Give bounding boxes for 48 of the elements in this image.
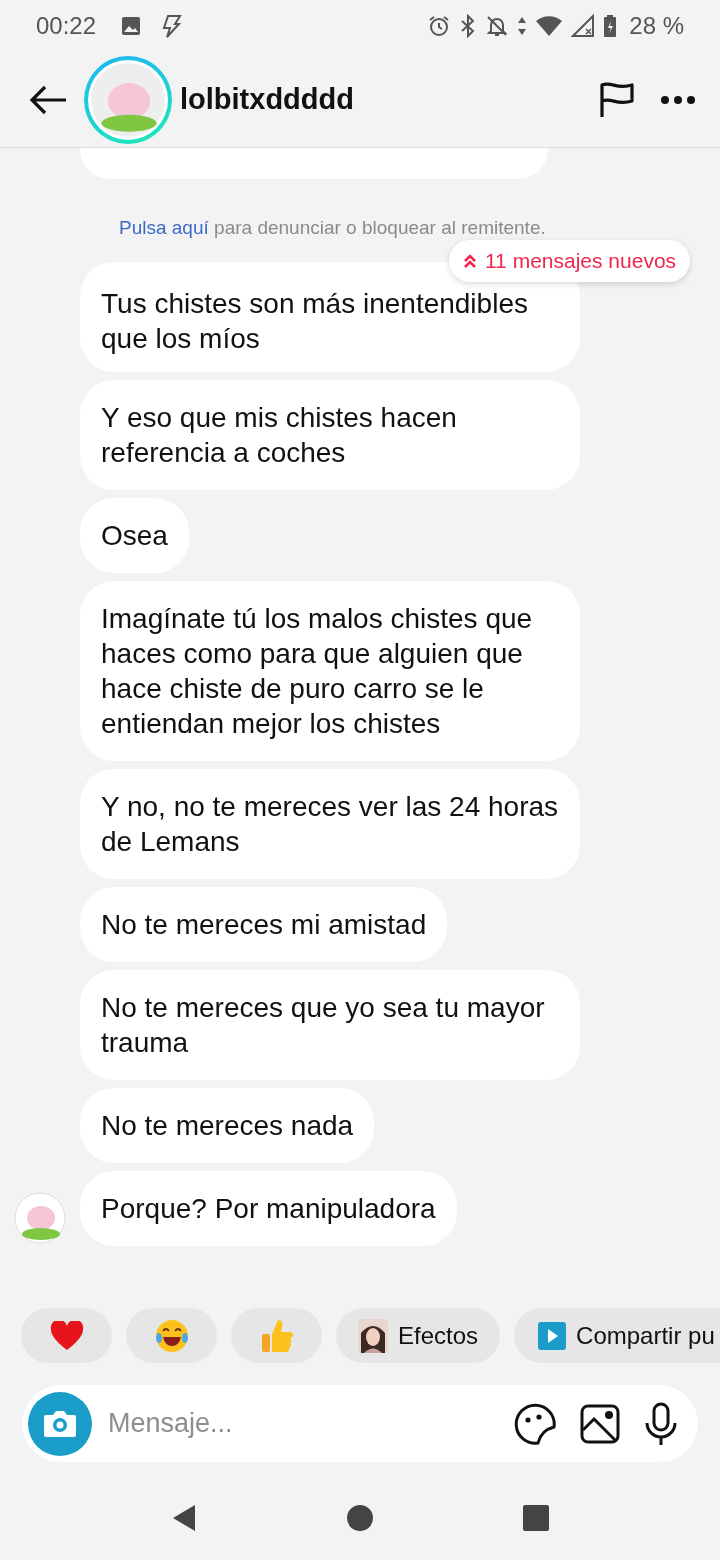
heart-icon <box>49 1320 84 1351</box>
message-bubble: Porque? Por manipuladora <box>80 1171 457 1246</box>
share-button[interactable]: Compartir pu <box>514 1308 720 1363</box>
home-nav-button[interactable] <box>347 1505 373 1531</box>
laughing-face-icon <box>153 1317 190 1354</box>
circle-icon <box>347 1505 373 1531</box>
avatar-icon <box>91 62 165 137</box>
clock-text: 00:22 <box>36 11 97 41</box>
message-field[interactable]: Mensaje... <box>106 1402 514 1445</box>
battery-icon <box>603 14 618 38</box>
signal-icon <box>571 14 596 38</box>
username-text: lolbitxddddd <box>180 81 354 117</box>
message-bubble: No te mereces nada <box>80 1088 375 1163</box>
gallery-button[interactable] <box>580 1403 620 1444</box>
report-link[interactable]: Pulsa aquí <box>119 217 209 238</box>
message-bubble: No te mereces mi amistad <box>80 887 448 962</box>
report-flag-button[interactable] <box>598 80 636 119</box>
message-bubble: Imagínate tú los malos chistes que haces como para que alguien que hace chiste de puro carro se le entiendan mejor los chistes <box>80 581 580 761</box>
back-nav-button[interactable] <box>171 1503 197 1533</box>
effects-button[interactable]: Efectos <box>336 1308 501 1363</box>
message-bubble: No te mereces que yo sea tu mayor trauma <box>80 970 580 1080</box>
more-icon <box>660 95 696 106</box>
double-chevron-up-icon <box>463 253 477 269</box>
report-notice: Pulsa aquí para denunciar o bloquear al remitente. <box>119 217 546 239</box>
sticker-icon <box>514 1402 556 1445</box>
battery-text: 28 % <box>629 11 684 41</box>
sticker-button[interactable] <box>514 1402 556 1445</box>
data-arrows-icon <box>517 15 528 37</box>
image-icon <box>580 1403 620 1444</box>
message-bubble: Y no, no te mereces ver las 24 horas de Lemans <box>80 769 580 879</box>
message-composer[interactable]: Mensaje... <box>22 1385 698 1462</box>
microphone-icon <box>644 1401 678 1446</box>
wifi-icon <box>535 14 564 38</box>
message-bubble: Osea <box>80 498 189 573</box>
message-bubble: Y eso que mis chistes hacen referencia a coches <box>80 380 580 490</box>
new-messages-button[interactable]: 11 mensajes nuevos <box>449 240 691 282</box>
back-arrow-icon <box>28 83 68 116</box>
square-icon <box>523 1505 549 1531</box>
back-button[interactable] <box>28 83 68 116</box>
camera-icon <box>42 1408 78 1439</box>
thumbs-up-icon <box>259 1317 294 1354</box>
play-square-icon <box>538 1321 567 1350</box>
camera-button[interactable] <box>28 1391 92 1456</box>
triangle-icon <box>171 1503 197 1533</box>
flag-icon <box>598 80 636 119</box>
image-icon <box>120 15 143 37</box>
microphone-button[interactable] <box>644 1401 678 1446</box>
muted-bell-icon <box>485 14 510 38</box>
